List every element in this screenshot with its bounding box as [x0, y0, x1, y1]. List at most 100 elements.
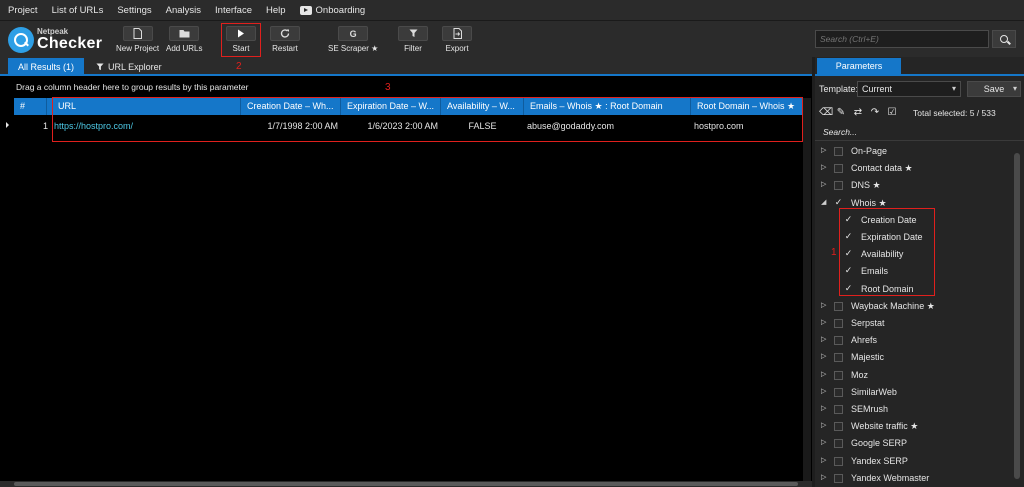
tab-url-explorer[interactable]: URL Explorer	[86, 58, 172, 75]
annotation-box-start	[221, 23, 261, 57]
tree-checkbox[interactable]	[834, 353, 843, 363]
collapsed-arrow-icon[interactable]: ▷	[821, 456, 826, 464]
column-header-number[interactable]: #	[14, 98, 47, 115]
collapsed-arrow-icon[interactable]: ▷	[821, 438, 826, 446]
collapsed-arrow-icon[interactable]: ▷	[821, 421, 826, 429]
annotation-number-3: 3	[385, 82, 391, 93]
export-icon	[442, 26, 472, 41]
expanded-arrow-icon[interactable]: ◢	[821, 198, 826, 206]
panel-scrollbar[interactable]	[1014, 153, 1020, 479]
collapsed-arrow-icon[interactable]: ▷	[821, 163, 826, 171]
tree-item-label: DNS ★	[851, 180, 881, 191]
add-urls-label: Add URLs	[166, 44, 203, 53]
tree-group-item[interactable]: ▷ SEMrush	[815, 401, 1010, 418]
logo-magnifier-icon	[8, 27, 34, 53]
tree-item-label: Moz	[851, 369, 869, 380]
current-row-indicator	[6, 122, 9, 128]
se-scraper-button[interactable]: G SE Scraper ★	[328, 26, 378, 53]
checkbox-select-icon[interactable]: ☑	[886, 107, 898, 119]
tree-group-item[interactable]: ▷ Contact data ★	[815, 160, 1010, 177]
template-select[interactable]: Current	[857, 81, 961, 97]
tree-group-item[interactable]: ▷ Website traffic ★	[815, 418, 1010, 435]
menu-help[interactable]: Help	[266, 5, 286, 16]
collapsed-arrow-icon[interactable]: ▷	[821, 301, 826, 309]
tab-parameters[interactable]: Parameters	[817, 58, 901, 75]
tree-group-item[interactable]: ▷ DNS ★	[815, 177, 1010, 194]
collapsed-arrow-icon[interactable]: ▷	[821, 318, 826, 326]
menu-settings[interactable]: Settings	[117, 5, 151, 16]
collapsed-arrow-icon[interactable]: ▷	[821, 335, 826, 343]
search-input[interactable]	[815, 30, 989, 48]
grid-vertical-scrollbar[interactable]	[803, 98, 811, 481]
tree-checkbox[interactable]	[834, 473, 843, 483]
tree-group-item[interactable]: ▷ Yandex Webmaster	[815, 470, 1010, 487]
annotation-number-2: 2	[236, 61, 242, 72]
tree-checkbox[interactable]	[834, 422, 843, 432]
tree-checkbox[interactable]	[834, 387, 843, 397]
tree-checkbox[interactable]	[834, 405, 843, 414]
tab-all-results[interactable]: All Results (1)	[8, 58, 85, 75]
menu-interface[interactable]: Interface	[215, 5, 252, 16]
tree-checkbox[interactable]	[834, 319, 843, 328]
menu-analysis[interactable]: Analysis	[166, 5, 201, 16]
tree-item-label: SimilarWeb	[851, 386, 897, 397]
share-icon[interactable]: ↷	[869, 107, 881, 119]
export-label: Export	[445, 44, 469, 53]
tree-checkbox[interactable]: ✓	[834, 197, 843, 208]
filter-button[interactable]: Filter	[398, 26, 428, 53]
new-project-label: New Project	[116, 44, 160, 53]
tree-group-item[interactable]: ▷ Serpstat	[815, 315, 1010, 332]
tree-group-item[interactable]: ▷ Google SERP	[815, 435, 1010, 452]
eraser-icon[interactable]: ⌫	[819, 107, 833, 119]
tree-item-label: Contact data ★	[851, 163, 913, 174]
menu-onboarding[interactable]: Onboarding	[299, 4, 366, 16]
tree-checkbox[interactable]	[834, 164, 843, 174]
search-button[interactable]	[992, 30, 1016, 48]
menu-project[interactable]: Project	[8, 5, 38, 16]
document-icon	[122, 26, 153, 41]
tab-url-explorer-label: URL Explorer	[108, 61, 162, 72]
tree-item-label: Google SERP	[851, 438, 908, 449]
tree-group-item[interactable]: ▷ Moz	[815, 367, 1010, 384]
collapsed-arrow-icon[interactable]: ▷	[821, 473, 826, 481]
new-project-button[interactable]: New Project	[116, 26, 159, 53]
tree-checkbox[interactable]	[834, 181, 843, 191]
cell-number: 1	[42, 121, 48, 131]
swap-icon[interactable]: ⇄	[852, 107, 864, 119]
tree-group-item[interactable]: ▷ Yandex SERP	[815, 453, 1010, 470]
grid-horizontal-scrollbar[interactable]	[0, 481, 812, 487]
menu-list-of-urls[interactable]: List of URLs	[52, 5, 104, 16]
tree-group-item[interactable]: ▷ Ahrefs	[815, 332, 1010, 349]
menu-onboarding-label: Onboarding	[315, 4, 366, 16]
tree-item-label: Yandex SERP	[851, 455, 908, 466]
tree-group-item[interactable]: ▷ Wayback Machine ★	[815, 298, 1010, 315]
tree-group-item[interactable]: ▷ On-Page	[815, 143, 1010, 160]
collapsed-arrow-icon[interactable]: ▷	[821, 180, 826, 188]
tree-item-label: Serpstat	[851, 318, 885, 328]
tree-checkbox[interactable]	[834, 370, 843, 380]
tree-item-label: On-Page	[851, 146, 888, 156]
tree-checkbox[interactable]	[834, 336, 843, 346]
collapsed-arrow-icon[interactable]: ▷	[821, 387, 826, 395]
tree-checkbox[interactable]	[834, 439, 843, 449]
folder-icon	[169, 26, 200, 41]
tree-group-item[interactable]: ▷ SimilarWeb	[815, 384, 1010, 401]
collapsed-arrow-icon[interactable]: ▷	[821, 352, 826, 360]
pin-icon[interactable]: ✎	[835, 107, 847, 119]
export-button[interactable]: Export	[442, 26, 472, 53]
tree-checkbox[interactable]	[834, 147, 843, 156]
collapsed-arrow-icon[interactable]: ▷	[821, 370, 826, 378]
tree-checkbox[interactable]	[834, 456, 843, 466]
parameters-search-input[interactable]: Search...	[823, 127, 857, 137]
collapsed-arrow-icon[interactable]: ▷	[821, 146, 826, 154]
panel-tab-underline	[815, 74, 1024, 76]
collapsed-arrow-icon[interactable]: ▷	[821, 404, 826, 412]
restart-button[interactable]: Restart	[270, 26, 300, 53]
tree-checkbox[interactable]	[834, 301, 843, 311]
scrollbar-thumb[interactable]	[14, 482, 798, 486]
add-urls-button[interactable]: Add URLs	[166, 26, 202, 53]
save-template-button[interactable]: Save	[967, 81, 1021, 97]
annotation-box-columns	[52, 97, 803, 142]
tree-item-label: Website traffic ★	[851, 421, 919, 432]
tree-group-item[interactable]: ▷ Majestic	[815, 349, 1010, 366]
